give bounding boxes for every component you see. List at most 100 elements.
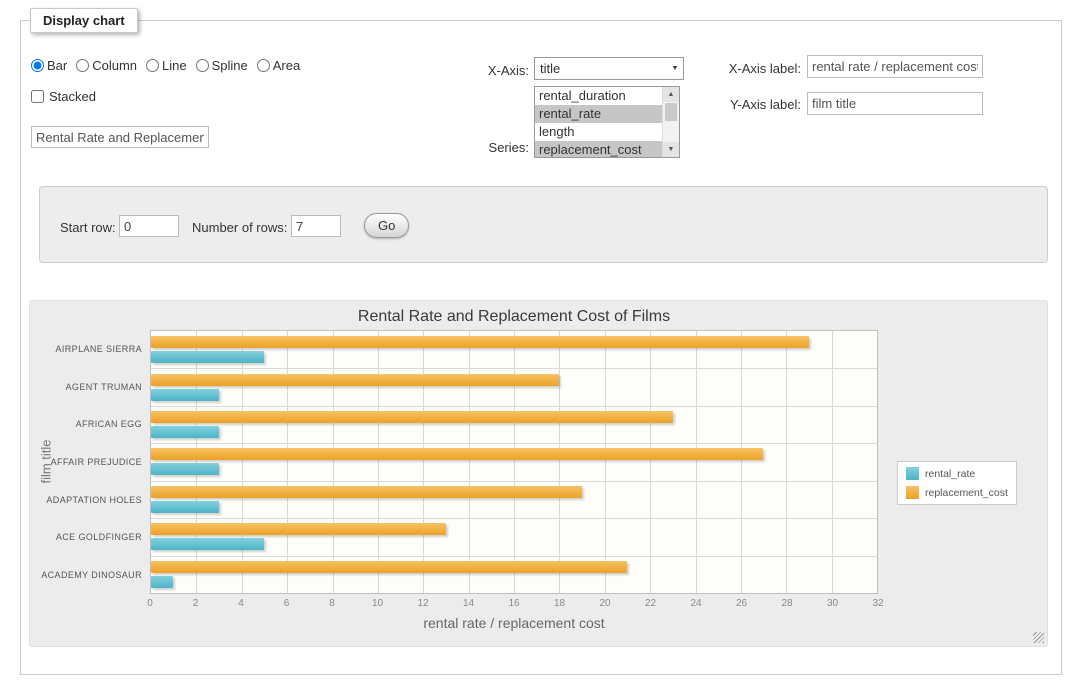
plot-area xyxy=(150,330,878,594)
scrollbar-track xyxy=(663,102,679,142)
x-tick-label: 22 xyxy=(639,598,663,609)
chart-type-area[interactable]: Area xyxy=(257,58,300,73)
bar-group xyxy=(151,518,877,555)
bar-rental_rate xyxy=(151,389,219,401)
start-row-input[interactable] xyxy=(119,215,179,237)
category-label: AFFAIR PREJUDICE xyxy=(51,457,142,467)
chart-type-group: Bar Column Line Spline Area xyxy=(31,58,300,73)
series-listbox[interactable]: rental_durationrental_ratelengthreplacem… xyxy=(534,86,680,158)
chart-type-spline-radio[interactable] xyxy=(196,59,209,72)
category-label: AGENT TRUMAN xyxy=(66,382,142,392)
x-tick-label: 14 xyxy=(457,598,481,609)
chart-type-bar-label: Bar xyxy=(47,58,67,73)
chart-title-input[interactable] xyxy=(31,126,209,148)
chart-type-column[interactable]: Column xyxy=(76,58,137,73)
x-axis-field-label: X-Axis: xyxy=(441,63,529,78)
bar-group xyxy=(151,331,877,368)
bar-replacement_cost xyxy=(151,523,446,535)
panel-title: Display chart xyxy=(30,8,138,33)
x-axis-label-field-label: X-Axis label: xyxy=(701,61,801,76)
legend-label: replacement_cost xyxy=(925,487,1008,499)
resize-handle[interactable] xyxy=(1033,632,1044,643)
display-chart-panel: Display chart Bar Column Line Spline Are… xyxy=(20,20,1062,675)
x-axis-title: rental rate / replacement cost xyxy=(150,615,878,631)
stacked-label: Stacked xyxy=(49,89,96,104)
bar-rental_rate xyxy=(151,463,219,475)
category-label: AIRPLANE SIERRA xyxy=(55,344,142,354)
series-option[interactable]: rental_rate xyxy=(535,105,662,123)
x-tick-label: 2 xyxy=(184,598,208,609)
x-axis-label-input[interactable] xyxy=(807,55,983,78)
x-tick-label: 20 xyxy=(593,598,617,609)
scroll-down-icon[interactable]: ▼ xyxy=(663,142,679,157)
chart-title: Rental Rate and Replacement Cost of Film… xyxy=(150,308,878,326)
series-option[interactable]: rental_duration xyxy=(535,87,662,105)
bar-rental_rate xyxy=(151,501,219,513)
x-tick-label: 26 xyxy=(730,598,754,609)
chart-type-area-label: Area xyxy=(273,58,300,73)
bar-replacement_cost xyxy=(151,374,559,386)
category-label: AFRICAN EGG xyxy=(76,419,142,429)
start-row-label: Start row: xyxy=(60,220,116,235)
y-axis-label-field-label: Y-Axis label: xyxy=(701,97,801,112)
chart-type-bar[interactable]: Bar xyxy=(31,58,67,73)
legend-swatch xyxy=(906,486,919,499)
chart-type-line-label: Line xyxy=(162,58,187,73)
x-axis-select[interactable]: title ▼ xyxy=(534,57,684,80)
category-label: ACADEMY DINOSAUR xyxy=(41,570,142,580)
bar-group xyxy=(151,406,877,443)
x-axis-select-value: title xyxy=(535,61,667,76)
chart-panel: Rental Rate and Replacement Cost of Film… xyxy=(29,300,1048,647)
bar-group xyxy=(151,443,877,480)
category-label: ADAPTATION HOLES xyxy=(46,495,142,505)
chart-legend: rental_rate replacement_cost xyxy=(897,461,1017,505)
x-tick-label: 18 xyxy=(548,598,572,609)
category-label: ACE GOLDFINGER xyxy=(56,532,142,542)
x-tick-label: 32 xyxy=(866,598,890,609)
scroll-up-icon[interactable]: ▲ xyxy=(663,87,679,102)
chart-type-spline-label: Spline xyxy=(212,58,248,73)
bar-rental_rate xyxy=(151,576,173,588)
bar-replacement_cost xyxy=(151,561,627,573)
bar-group xyxy=(151,368,877,405)
series-scrollbar[interactable]: ▲ ▼ xyxy=(662,87,679,157)
legend-swatch xyxy=(906,467,919,480)
x-tick-label: 16 xyxy=(502,598,526,609)
x-tick-label: 10 xyxy=(366,598,390,609)
x-tick-label: 30 xyxy=(821,598,845,609)
row-controls-panel: Start row: Number of rows: Go xyxy=(39,186,1048,263)
x-tick-label: 28 xyxy=(775,598,799,609)
legend-item: rental_rate xyxy=(906,467,1008,480)
chart-type-spline[interactable]: Spline xyxy=(196,58,248,73)
stacked-option[interactable]: Stacked xyxy=(31,89,96,104)
go-button[interactable]: Go xyxy=(364,213,409,238)
chart-type-line[interactable]: Line xyxy=(146,58,187,73)
scrollbar-thumb[interactable] xyxy=(665,103,677,121)
series-options: rental_durationrental_ratelengthreplacem… xyxy=(535,87,662,157)
x-tick-label: 8 xyxy=(320,598,344,609)
bar-group xyxy=(151,556,877,593)
chevron-down-icon: ▼ xyxy=(667,65,683,72)
bar-rental_rate xyxy=(151,351,264,363)
chart-type-bar-radio[interactable] xyxy=(31,59,44,72)
chart-type-column-label: Column xyxy=(92,58,137,73)
stacked-checkbox[interactable] xyxy=(31,90,44,103)
number-of-rows-label: Number of rows: xyxy=(192,220,287,235)
y-axis-label-input[interactable] xyxy=(807,92,983,115)
x-tick-label: 24 xyxy=(684,598,708,609)
chart-type-line-radio[interactable] xyxy=(146,59,159,72)
bar-replacement_cost xyxy=(151,486,582,498)
x-tick-label: 4 xyxy=(229,598,253,609)
number-of-rows-input[interactable] xyxy=(291,215,341,237)
bar-replacement_cost xyxy=(151,336,809,348)
series-option[interactable]: length xyxy=(535,123,662,141)
x-tick-label: 0 xyxy=(138,598,162,609)
x-tick-labels: 02468101214161820222426283032 xyxy=(150,598,878,612)
bar-group xyxy=(151,481,877,518)
series-option[interactable]: replacement_cost xyxy=(535,141,662,157)
x-tick-label: 6 xyxy=(275,598,299,609)
bar-replacement_cost xyxy=(151,448,763,460)
chart-type-area-radio[interactable] xyxy=(257,59,270,72)
legend-item: replacement_cost xyxy=(906,486,1008,499)
chart-type-column-radio[interactable] xyxy=(76,59,89,72)
